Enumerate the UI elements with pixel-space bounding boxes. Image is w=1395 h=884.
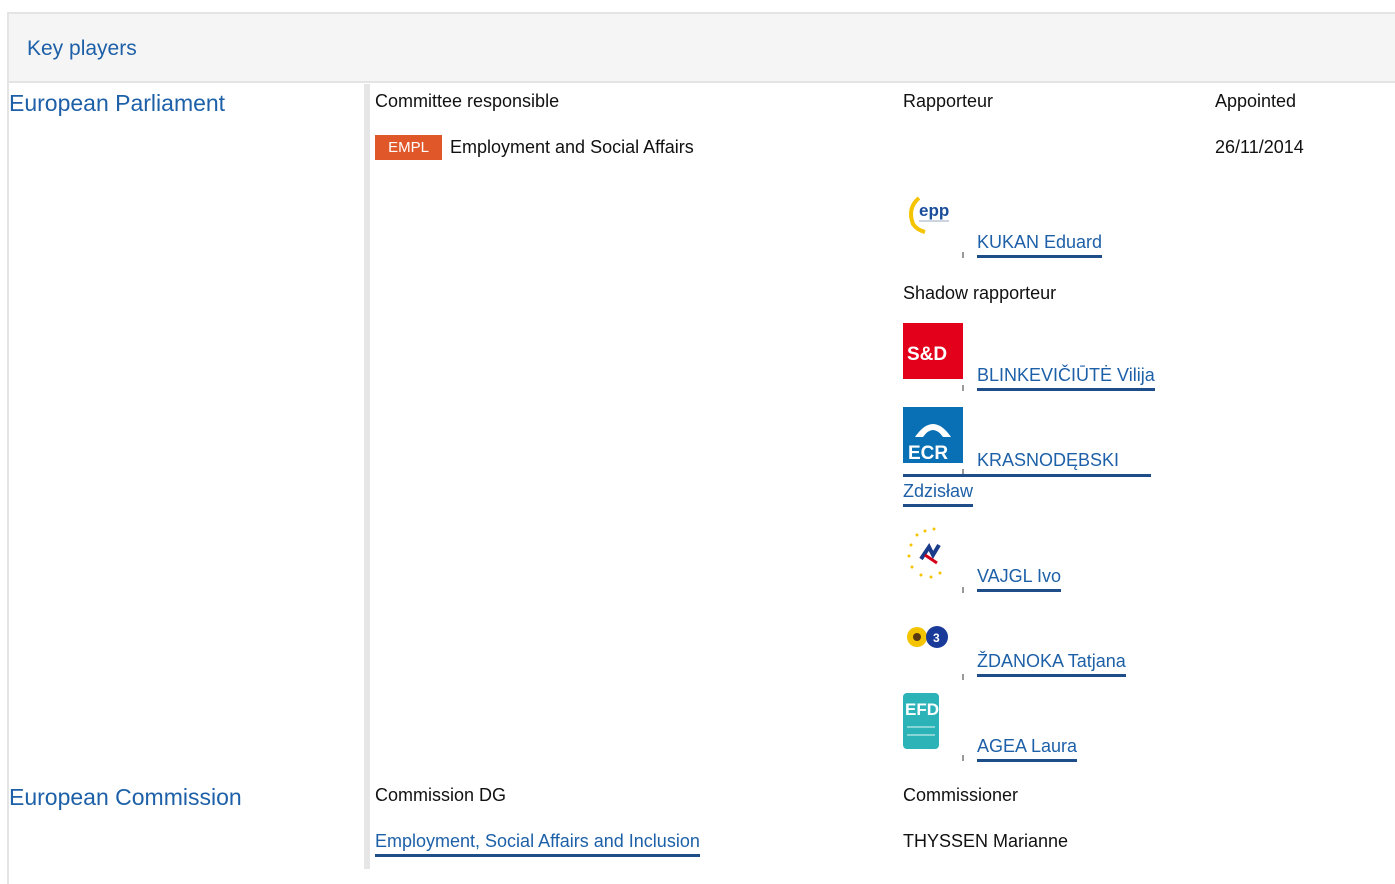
section-title: Key players — [27, 37, 137, 60]
appointed-date: 26/11/2014 — [1215, 137, 1304, 157]
efd-logo-icon: EFD — [903, 693, 963, 755]
alde-logo-icon — [903, 525, 963, 587]
shadow-link-blinkeviciute[interactable]: BLINKEVIČIŪTĖ Vilija — [977, 365, 1155, 391]
key-players-header: Key players — [9, 14, 1395, 83]
key-players-frame — [7, 12, 1395, 884]
column-divider — [364, 778, 370, 869]
european-parliament-label: European Parliament — [9, 90, 226, 116]
epp-logo-icon: epp — [903, 190, 963, 252]
svg-text:epp: epp — [919, 201, 949, 220]
link-underline — [903, 474, 1151, 477]
logo-tick — [962, 755, 964, 761]
shadow-link-vajgl[interactable]: VAJGL Ivo — [977, 566, 1062, 592]
commissioner-name: THYSSEN Marianne — [903, 831, 1069, 851]
commission-dg-link[interactable]: Employment, Social Affairs and Inclusion — [375, 831, 700, 857]
svg-text:EFD: EFD — [905, 700, 939, 719]
commission-dg-heading: Commission DG — [375, 785, 507, 805]
european-commission-label: European Commission — [9, 784, 242, 810]
s-and-d-logo-icon: S&D — [903, 323, 963, 385]
appointed-heading: Appointed — [1215, 91, 1297, 111]
shadow-link-zdanoka[interactable]: ŽDANOKA Tatjana — [977, 651, 1126, 677]
committee-responsible-heading: Committee responsible — [375, 91, 560, 111]
shadow-rapporteur-heading: Shadow rapporteur — [903, 283, 1057, 303]
svg-text:3: 3 — [933, 631, 940, 645]
greens-efa-logo-icon: 3 — [903, 612, 963, 674]
logo-tick — [962, 674, 964, 680]
logo-tick — [962, 252, 964, 258]
svg-text:S&D: S&D — [907, 344, 947, 365]
column-divider — [364, 84, 370, 784]
logo-tick — [962, 385, 964, 391]
rapporteur-link-kukan[interactable]: KUKAN Eduard — [977, 232, 1103, 258]
committee-badge: EMPL — [375, 135, 442, 160]
committee-name: Employment and Social Affairs — [450, 137, 694, 157]
ecr-logo-icon: ECR — [903, 407, 963, 469]
shadow-link-krasnodebski-line2[interactable]: Zdzisław — [903, 481, 974, 507]
commissioner-heading: Commissioner — [903, 785, 1019, 805]
logo-tick — [962, 587, 964, 593]
shadow-link-krasnodebski-line1[interactable]: KRASNODĘBSKI — [977, 450, 1119, 471]
shadow-link-agea[interactable]: AGEA Laura — [977, 736, 1078, 762]
rapporteur-heading: Rapporteur — [903, 91, 994, 111]
svg-text:ECR: ECR — [908, 443, 948, 464]
